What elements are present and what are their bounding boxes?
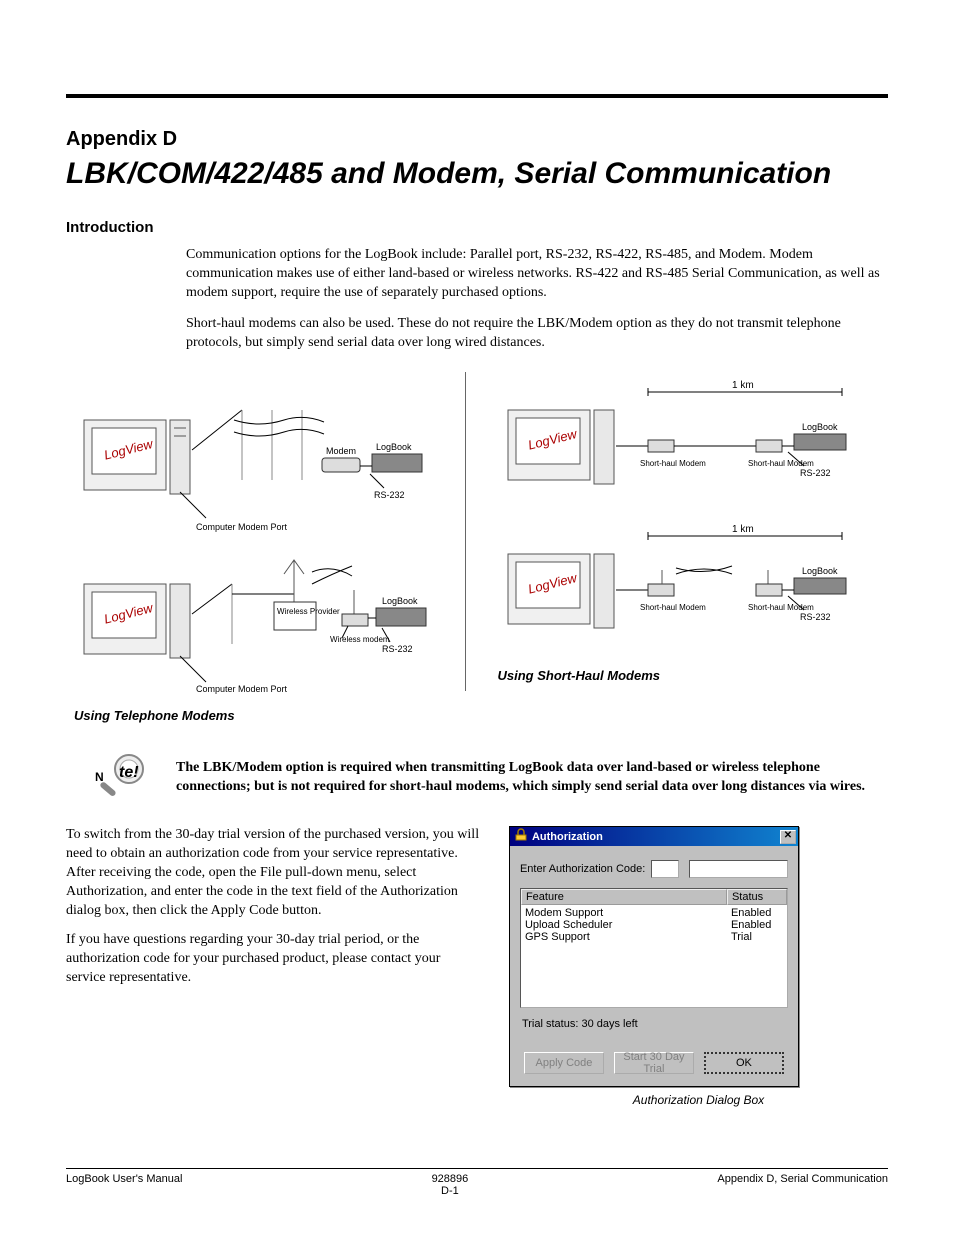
svg-text:RS-232: RS-232: [374, 490, 405, 500]
svg-text:1 km: 1 km: [732, 524, 754, 535]
intro-paragraph-2: Short-haul modems can also be used. Thes…: [186, 315, 888, 353]
feature-status: Trial: [727, 931, 787, 943]
feature-name: Modem Support: [521, 907, 727, 919]
diagrams-row: LogView Computer Modem Port Modem LogBoo…: [66, 372, 888, 731]
chapter-title: LBK/COM/422/485 and Modem, Serial Commun…: [66, 157, 888, 191]
diagram-wireless-modem: LogView Computer Modem Port Wireless Pro…: [74, 554, 434, 694]
svg-text:Computer Modem Port: Computer Modem Port: [196, 684, 288, 694]
svg-text:LogBook: LogBook: [376, 442, 412, 452]
close-button[interactable]: ✕: [780, 830, 796, 844]
footer-right: Appendix D, Serial Communication: [717, 1173, 888, 1197]
dialog-title: Authorization: [532, 831, 603, 843]
feature-name: GPS Support: [521, 931, 727, 943]
diagrams-col-shorthaul-modems: 1 km LogView LogBook Short-haul Modem Sh…: [465, 372, 889, 691]
intro-paragraph-1: Communication options for the LogBook in…: [186, 246, 888, 303]
svg-text:Short-haul Modem: Short-haul Modem: [748, 603, 814, 612]
page-footer: LogBook User's Manual 928896 D-1 Appendi…: [66, 1168, 888, 1197]
svg-text:Short-haul Modem: Short-haul Modem: [640, 459, 706, 468]
svg-text:Wireless Provider: Wireless Provider: [277, 607, 340, 616]
chapter-number: Appendix D: [66, 128, 888, 151]
dialog-sys-icon: [514, 828, 528, 845]
dialog-caption: Authorization Dialog Box: [509, 1093, 888, 1109]
svg-text:RS-232: RS-232: [382, 644, 413, 654]
footer-center: 928896 D-1: [432, 1173, 469, 1197]
footer-left: LogBook User's Manual: [66, 1173, 182, 1197]
note-text: The LBK/Modem option is required when tr…: [176, 751, 888, 797]
authorization-code-input[interactable]: [689, 860, 788, 878]
svg-text:RS-232: RS-232: [800, 468, 831, 478]
features-list-box: Feature Status Modem Support Enabled Upl…: [520, 888, 788, 1008]
svg-text:Wireless modem: Wireless modem: [330, 635, 390, 644]
svg-text:te!: te!: [119, 764, 139, 781]
ok-button[interactable]: OK: [704, 1052, 784, 1074]
diagram-shorthaul-label: Using Short-Haul Modems: [498, 668, 881, 683]
svg-text:1 km: 1 km: [732, 380, 754, 391]
svg-text:Computer Modem Port: Computer Modem Port: [196, 522, 288, 532]
feature-status: Enabled: [727, 919, 787, 931]
diagram-shorthaul-wired: 1 km LogView LogBook Short-haul Modem Sh…: [498, 380, 858, 510]
diagram-landline-modem: LogView Computer Modem Port Modem LogBoo…: [74, 380, 434, 540]
features-header-status[interactable]: Status: [727, 889, 787, 905]
feature-name: Upload Scheduler: [521, 919, 727, 931]
trial-status-label: Trial status: 30 days left: [522, 1018, 786, 1030]
svg-text:LogBook: LogBook: [802, 566, 838, 576]
authorization-row: To switch from the 30-day trial version …: [66, 826, 888, 1109]
feature-row: Upload Scheduler Enabled: [521, 919, 787, 931]
note-block: N te! The LBK/Modem option is required w…: [66, 751, 888, 804]
svg-text:LogBook: LogBook: [802, 422, 838, 432]
authorization-code-input-prefix[interactable]: [651, 860, 679, 878]
feature-row: Modem Support Enabled: [521, 907, 787, 919]
feature-row: GPS Support Trial: [521, 931, 787, 943]
features-header-feature[interactable]: Feature: [521, 889, 727, 905]
diagram-telephone-label: Using Telephone Modems: [74, 708, 457, 723]
page-header-rule: [66, 66, 888, 98]
svg-text:LogBook: LogBook: [382, 596, 418, 606]
section-intro-heading: Introduction: [66, 219, 888, 236]
feature-status: Enabled: [727, 907, 787, 919]
apply-code-button[interactable]: Apply Code: [524, 1052, 604, 1074]
diagrams-col-telephone-modems: LogView Computer Modem Port Modem LogBoo…: [66, 372, 465, 731]
note-icon: N te!: [66, 751, 176, 804]
svg-text:Modem: Modem: [326, 446, 356, 456]
dialog-titlebar[interactable]: Authorization ✕: [510, 827, 798, 846]
auth-paragraph-2: If you have questions regarding your 30-…: [66, 931, 483, 988]
auth-paragraph-1: To switch from the 30-day trial version …: [66, 826, 483, 920]
svg-text:Short-haul Modem: Short-haul Modem: [748, 459, 814, 468]
svg-text:N: N: [95, 770, 104, 784]
svg-text:Short-haul Modem: Short-haul Modem: [640, 603, 706, 612]
authorization-dialog: Authorization ✕ Enter Authorization Code…: [509, 826, 799, 1087]
svg-text:RS-232: RS-232: [800, 612, 831, 622]
start-30-day-trial-button[interactable]: Start 30 Day Trial: [614, 1052, 694, 1074]
diagram-shorthaul-wireless: 1 km LogView LogBook Short-haul Modem Sh…: [498, 524, 858, 654]
enter-authorization-label: Enter Authorization Code:: [520, 863, 645, 875]
